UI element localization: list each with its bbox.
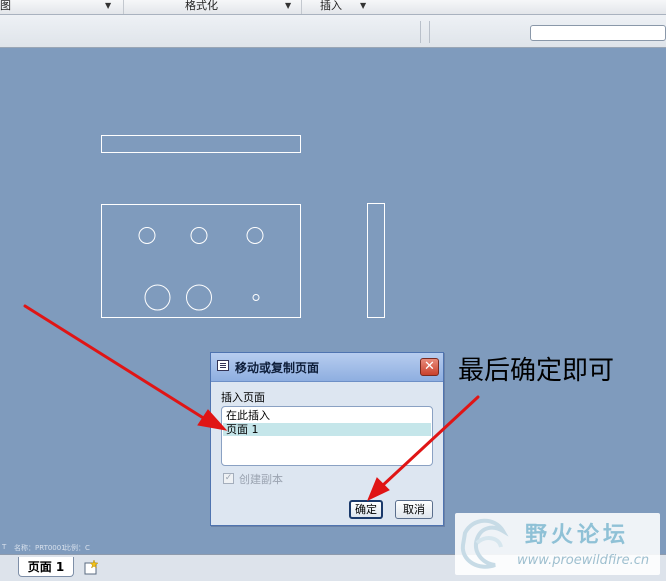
status-ratio: 比例：C — [64, 544, 90, 552]
watermark-logo-icon — [460, 518, 509, 569]
side-view-rect — [367, 203, 385, 318]
toolbar-grip[interactable] — [429, 21, 430, 43]
menu-view[interactable]: 图 — [0, 0, 11, 14]
cancel-button[interactable]: 取消 — [395, 500, 433, 519]
watermark-url: www.proewildfire.cn — [517, 553, 650, 568]
dialog-title-bar[interactable]: 移动或复制页面 ✕ — [211, 353, 443, 382]
hole-circle — [186, 284, 212, 311]
chevron-down-icon[interactable]: ▼ — [360, 0, 366, 12]
insert-page-label: 插入页面 — [221, 391, 265, 404]
tab-page-1[interactable]: 页面 1 — [18, 557, 74, 577]
move-copy-page-dialog: 移动或复制页面 ✕ 插入页面 在此插入 页面 1 ✓ 创建副本 确定 取消 — [210, 352, 444, 526]
list-item-page-1[interactable]: 页面 1 — [223, 423, 431, 436]
hole-circle — [246, 227, 264, 244]
chevron-down-icon[interactable]: ▼ — [105, 0, 111, 12]
chevron-down-icon[interactable]: ▼ — [285, 0, 291, 12]
page-listbox[interactable]: 在此插入 页面 1 — [221, 406, 433, 466]
toolbar — [0, 15, 666, 48]
status-name: 名称：PRT0001 — [14, 544, 66, 552]
hole-circle — [144, 284, 171, 311]
watermark-name: 野火论坛 — [525, 523, 630, 548]
watermark: 野火论坛 www.proewildfire.cn — [455, 513, 660, 575]
dialog-title: 移动或复制页面 — [235, 361, 320, 375]
front-view-rect — [101, 204, 301, 318]
hole-circle — [190, 227, 208, 244]
dialog-window-icon — [217, 360, 229, 371]
menu-format[interactable]: 格式化 — [185, 0, 218, 14]
menu-separator — [301, 0, 302, 14]
ok-button[interactable]: 确定 — [349, 500, 383, 519]
search-input[interactable] — [530, 25, 666, 41]
create-copy-label: 创建副本 — [239, 473, 283, 486]
annotation-text: 最后确定即可 — [458, 356, 615, 386]
checkbox-icon: ✓ — [223, 473, 234, 484]
list-item-insert-here[interactable]: 在此插入 — [226, 409, 270, 422]
hole-circle — [252, 294, 260, 301]
top-view-rect — [101, 135, 301, 153]
menu-insert[interactable]: 插入 — [320, 0, 342, 14]
close-icon[interactable]: ✕ — [420, 358, 439, 376]
menu-separator — [123, 0, 124, 14]
toolbar-grip[interactable] — [420, 21, 421, 43]
menu-bar: 图 ▼ 格式化 ▼ 插入 ▼ — [0, 0, 666, 15]
status-left: T — [2, 543, 7, 551]
hole-circle — [138, 227, 156, 244]
new-page-icon[interactable] — [82, 559, 100, 575]
